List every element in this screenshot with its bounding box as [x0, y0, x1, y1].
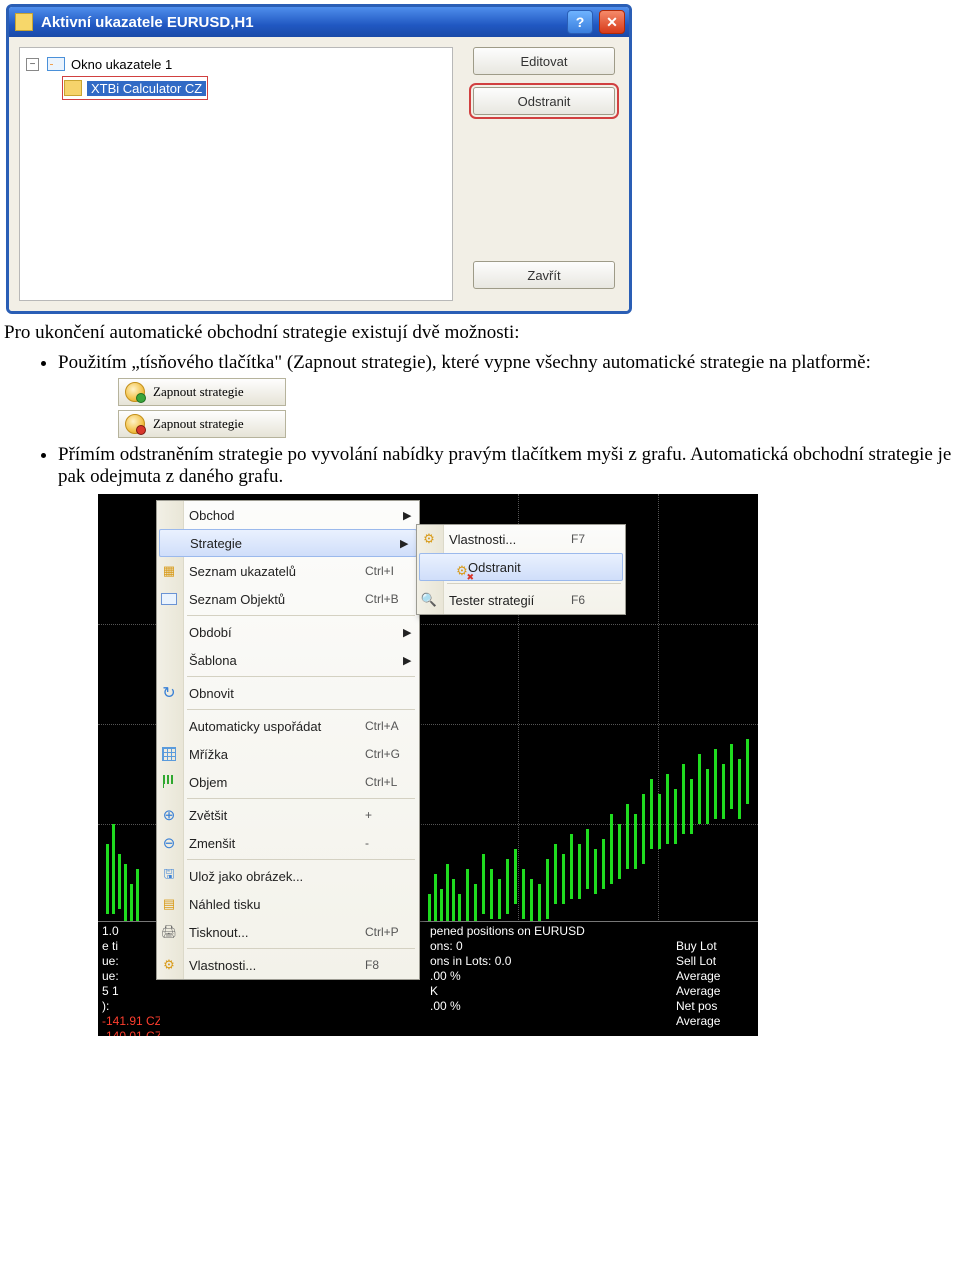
enable-strategies-off-button[interactable]: Zapnout strategie — [118, 410, 286, 438]
menu-separator — [187, 615, 415, 616]
menu-item-vlastnosti[interactable]: ⚙ Vlastnosti... F8 — [157, 951, 419, 979]
volume-icon — [160, 773, 178, 791]
menu-item-sablona[interactable]: Šablona ▶ — [157, 646, 419, 674]
menu-item-objem[interactable]: Objem Ctrl+L — [157, 768, 419, 796]
refresh-icon: ↻ — [160, 684, 178, 702]
indicator-tree[interactable]: − Okno ukazatele 1 XTBi Calculator CZ — [19, 47, 453, 301]
list-item: Přímím odstraněním strategie po vyvolání… — [58, 444, 960, 488]
print-preview-icon: ▤ — [160, 895, 178, 913]
titlebar[interactable]: Aktivní ukazatele EURUSD,H1 ? ✕ — [9, 7, 629, 37]
menu-item-tisknout[interactable]: 🖨 Tisknout... Ctrl+P — [157, 918, 419, 946]
dialog-title: Aktivní ukazatele EURUSD,H1 — [41, 14, 564, 31]
tree-child[interactable]: XTBi Calculator CZ — [62, 76, 208, 100]
menu-item-seznam-objektu[interactable]: Seznam Objektů Ctrl+B — [157, 585, 419, 613]
profit-line: -140.01 CZK — [102, 1029, 160, 1036]
tree-root[interactable]: − Okno ukazatele 1 — [26, 54, 446, 74]
profit-line: -141.91 CZK — [102, 1014, 160, 1029]
submenu-item-odstranit[interactable]: ⚙ Odstranit — [419, 553, 623, 581]
menu-separator — [187, 709, 415, 710]
remove-button[interactable]: Odstranit — [473, 87, 615, 115]
enable-strategies-on-button[interactable]: Zapnout strategie — [118, 378, 286, 406]
submenu-item-vlastnosti[interactable]: ⚙ Vlastnosti... F7 — [417, 525, 625, 553]
menu-separator — [187, 948, 415, 949]
collapse-icon[interactable]: − — [26, 58, 39, 71]
close-dialog-button[interactable]: Zavřít — [473, 261, 615, 289]
indicators-dialog: Aktivní ukazatele EURUSD,H1 ? ✕ − Okno u… — [6, 4, 632, 314]
zoom-out-icon: ⊖ — [160, 834, 178, 852]
tree-root-label: Okno ukazatele 1 — [71, 57, 172, 72]
list-icon: ▦ — [160, 562, 178, 580]
print-icon: 🖨 — [160, 923, 178, 941]
submenu-separator — [447, 583, 621, 584]
help-button[interactable]: ? — [567, 10, 593, 34]
menu-item-obdobi[interactable]: Období ▶ — [157, 618, 419, 646]
intro-text: Pro ukončení automatické obchodní strate… — [4, 322, 960, 344]
menu-item-mrizka[interactable]: Mřížka Ctrl+G — [157, 740, 419, 768]
strategy-on-icon — [125, 382, 145, 402]
strategie-submenu[interactable]: ⚙ Vlastnosti... F7 ⚙ Odstranit 🔍 Tester … — [416, 524, 626, 615]
save-image-icon: 🖫 — [160, 867, 178, 885]
indicator-fx-icon — [64, 80, 82, 96]
menu-item-ulozit-obrazek[interactable]: 🖫 Ulož jako obrázek... — [157, 862, 419, 890]
dialog-body: − Okno ukazatele 1 XTBi Calculator CZ Ed… — [9, 37, 629, 311]
grid-icon — [160, 745, 178, 763]
gear-remove-icon: ⚙ — [453, 562, 471, 580]
menu-separator — [187, 798, 415, 799]
submenu-arrow-icon: ▶ — [403, 626, 419, 639]
properties-icon: ⚙ — [160, 956, 178, 974]
menu-item-zvetsit[interactable]: ⊕ Zvětšit + — [157, 801, 419, 829]
menu-item-zmensit[interactable]: ⊖ Zmenšit - — [157, 829, 419, 857]
menu-item-obchod[interactable]: Obchod ▶ — [157, 501, 419, 529]
chart-window-icon — [47, 57, 65, 71]
objects-icon — [160, 590, 178, 608]
close-button[interactable]: ✕ — [599, 10, 625, 34]
submenu-arrow-icon: ▶ — [403, 654, 419, 667]
submenu-arrow-icon: ▶ — [400, 537, 416, 550]
list-item: Použitím „tísňového tlačítka" (Zapnout s… — [58, 352, 960, 438]
tree-child-label: XTBi Calculator CZ — [87, 81, 206, 96]
chart-screenshot: 1.0 pened positions on EURUSD e ti ons: … — [98, 494, 758, 1036]
menu-item-nahled-tisku[interactable]: ▤ Náhled tisku — [157, 890, 419, 918]
menu-separator — [187, 676, 415, 677]
menu-item-strategie[interactable]: Strategie ▶ — [159, 529, 417, 557]
zoom-in-icon: ⊕ — [160, 806, 178, 824]
app-icon — [15, 13, 33, 31]
strategy-off-icon — [125, 414, 145, 434]
menu-item-obnovit[interactable]: ↻ Obnovit — [157, 679, 419, 707]
submenu-arrow-icon: ▶ — [403, 509, 419, 522]
dialog-buttons: Editovat Odstranit Zavřít — [469, 47, 619, 301]
edit-button[interactable]: Editovat — [473, 47, 615, 75]
menu-item-autousporadat[interactable]: Automaticky uspořádat Ctrl+A — [157, 712, 419, 740]
menu-separator — [187, 859, 415, 860]
menu-item-seznam-ukazatelu[interactable]: ▦ Seznam ukazatelů Ctrl+I — [157, 557, 419, 585]
bullet-list: Použitím „tísňového tlačítka" (Zapnout s… — [34, 352, 960, 488]
gear-icon: ⚙ — [420, 530, 438, 548]
submenu-item-tester[interactable]: 🔍 Tester strategií F6 — [417, 586, 625, 614]
chart-context-menu[interactable]: Obchod ▶ Strategie ▶ ▦ Seznam ukazatelů … — [156, 500, 420, 980]
magnify-icon: 🔍 — [420, 591, 438, 609]
